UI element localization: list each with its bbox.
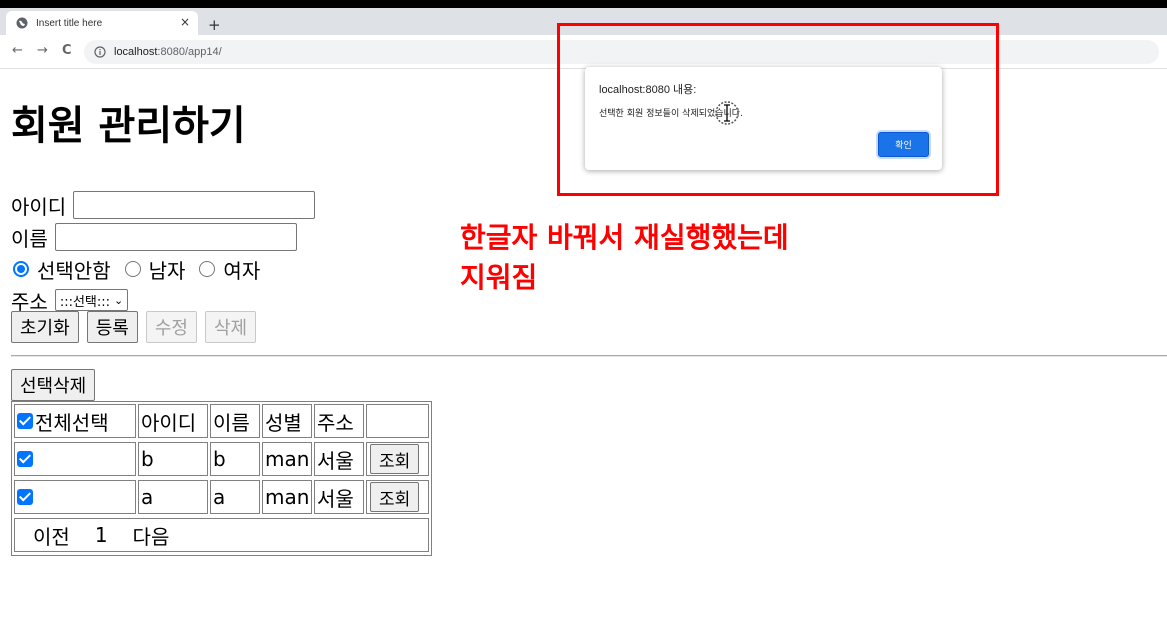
chevron-down-icon: ⌄ bbox=[114, 293, 124, 307]
pagination: 이전 1 다음 bbox=[14, 518, 429, 552]
edit-button: 수정 bbox=[145, 311, 197, 343]
url-host: localhost bbox=[114, 46, 158, 58]
window-top-strip bbox=[0, 0, 1167, 8]
register-button[interactable]: 등록 bbox=[86, 311, 138, 343]
globe-icon bbox=[16, 17, 28, 29]
pager-next-link[interactable]: 다음 bbox=[133, 521, 170, 550]
info-icon[interactable] bbox=[94, 46, 106, 58]
url-path: :8080/app14/ bbox=[157, 46, 222, 58]
annotation-line-2: 지워짐 bbox=[460, 260, 538, 294]
delete-selected-button[interactable]: 선택삭제 bbox=[11, 369, 96, 401]
gender-label-male: 남자 bbox=[148, 258, 186, 283]
delete-button: 삭제 bbox=[204, 311, 257, 343]
id-label: 아이디 bbox=[11, 194, 67, 219]
new-tab-icon[interactable]: + bbox=[208, 18, 221, 33]
id-row: 아이디 bbox=[11, 191, 316, 219]
name-label: 이름 bbox=[11, 226, 48, 251]
table-row-checkbox-cell bbox=[14, 480, 136, 514]
row-checkbox[interactable] bbox=[17, 451, 33, 467]
back-icon[interactable]: ← bbox=[12, 43, 23, 58]
pager-page-link[interactable]: 1 bbox=[95, 523, 108, 547]
reload-icon[interactable]: C bbox=[62, 43, 72, 58]
browser-tab[interactable]: Insert title here × bbox=[6, 11, 198, 35]
cell-action: 조회 bbox=[366, 442, 429, 476]
gender-radio-none[interactable] bbox=[13, 261, 29, 277]
header-select-all: 전체선택 bbox=[14, 404, 136, 438]
member-table: 전체선택 아이디 이름 성별 주소 b b man 서울 조회 a a man … bbox=[11, 401, 432, 556]
gender-radio-male[interactable] bbox=[124, 261, 141, 277]
tab-title: Insert title here bbox=[36, 17, 103, 29]
cell-id: a bbox=[138, 480, 208, 514]
address-row: 주소 :::선택::: ⌄ bbox=[11, 287, 129, 314]
header-gender: 성별 bbox=[262, 404, 312, 438]
row-checkbox[interactable] bbox=[17, 489, 33, 505]
divider bbox=[11, 355, 1167, 357]
cell-name: b bbox=[210, 442, 260, 476]
gender-label-female: 여자 bbox=[223, 258, 261, 283]
address-select[interactable]: :::선택::: ⌄ bbox=[54, 289, 129, 311]
name-row: 이름 bbox=[11, 223, 297, 251]
cell-address: 서울 bbox=[314, 480, 364, 514]
annotation-text: 한글자 바꿔서 재실행했는데 지워짐 bbox=[460, 218, 789, 298]
header-action bbox=[366, 404, 429, 438]
url-text: localhost:8080/app14/ bbox=[114, 46, 222, 58]
header-select-all-label: 전체선택 bbox=[35, 410, 109, 435]
forward-icon[interactable]: → bbox=[37, 43, 48, 58]
annotation-line-1: 한글자 바꿔서 재실행했는데 bbox=[460, 221, 789, 254]
form-buttons: 초기화 등록 수정 삭제 bbox=[11, 311, 264, 343]
cell-name: a bbox=[210, 480, 260, 514]
header-name: 이름 bbox=[210, 404, 260, 438]
cell-action: 조회 bbox=[366, 480, 429, 514]
gender-radio-female[interactable] bbox=[199, 261, 216, 277]
pager-prev-link[interactable]: 이전 bbox=[33, 521, 70, 550]
header-id: 아이디 bbox=[138, 404, 208, 438]
view-button[interactable]: 조회 bbox=[370, 444, 420, 474]
cell-id: b bbox=[138, 442, 208, 476]
address-selected-value: :::선택::: bbox=[59, 294, 111, 310]
highlight-box bbox=[557, 23, 999, 196]
gender-label-none: 선택안함 bbox=[37, 258, 111, 283]
view-button[interactable]: 조회 bbox=[370, 482, 420, 512]
gender-radio-group: 선택안함 남자 여자 bbox=[11, 256, 272, 283]
id-input[interactable] bbox=[73, 191, 316, 219]
name-input[interactable] bbox=[54, 223, 297, 251]
page-title: 회원 관리하기 bbox=[11, 103, 246, 149]
tab-close-icon[interactable]: × bbox=[180, 15, 190, 29]
reset-button[interactable]: 초기화 bbox=[11, 311, 79, 343]
cell-gender: man bbox=[262, 442, 312, 476]
cell-address: 서울 bbox=[314, 442, 364, 476]
select-all-checkbox[interactable] bbox=[17, 413, 33, 429]
cell-gender: man bbox=[262, 480, 312, 514]
table-row-checkbox-cell bbox=[14, 442, 136, 476]
header-address: 주소 bbox=[314, 404, 364, 438]
